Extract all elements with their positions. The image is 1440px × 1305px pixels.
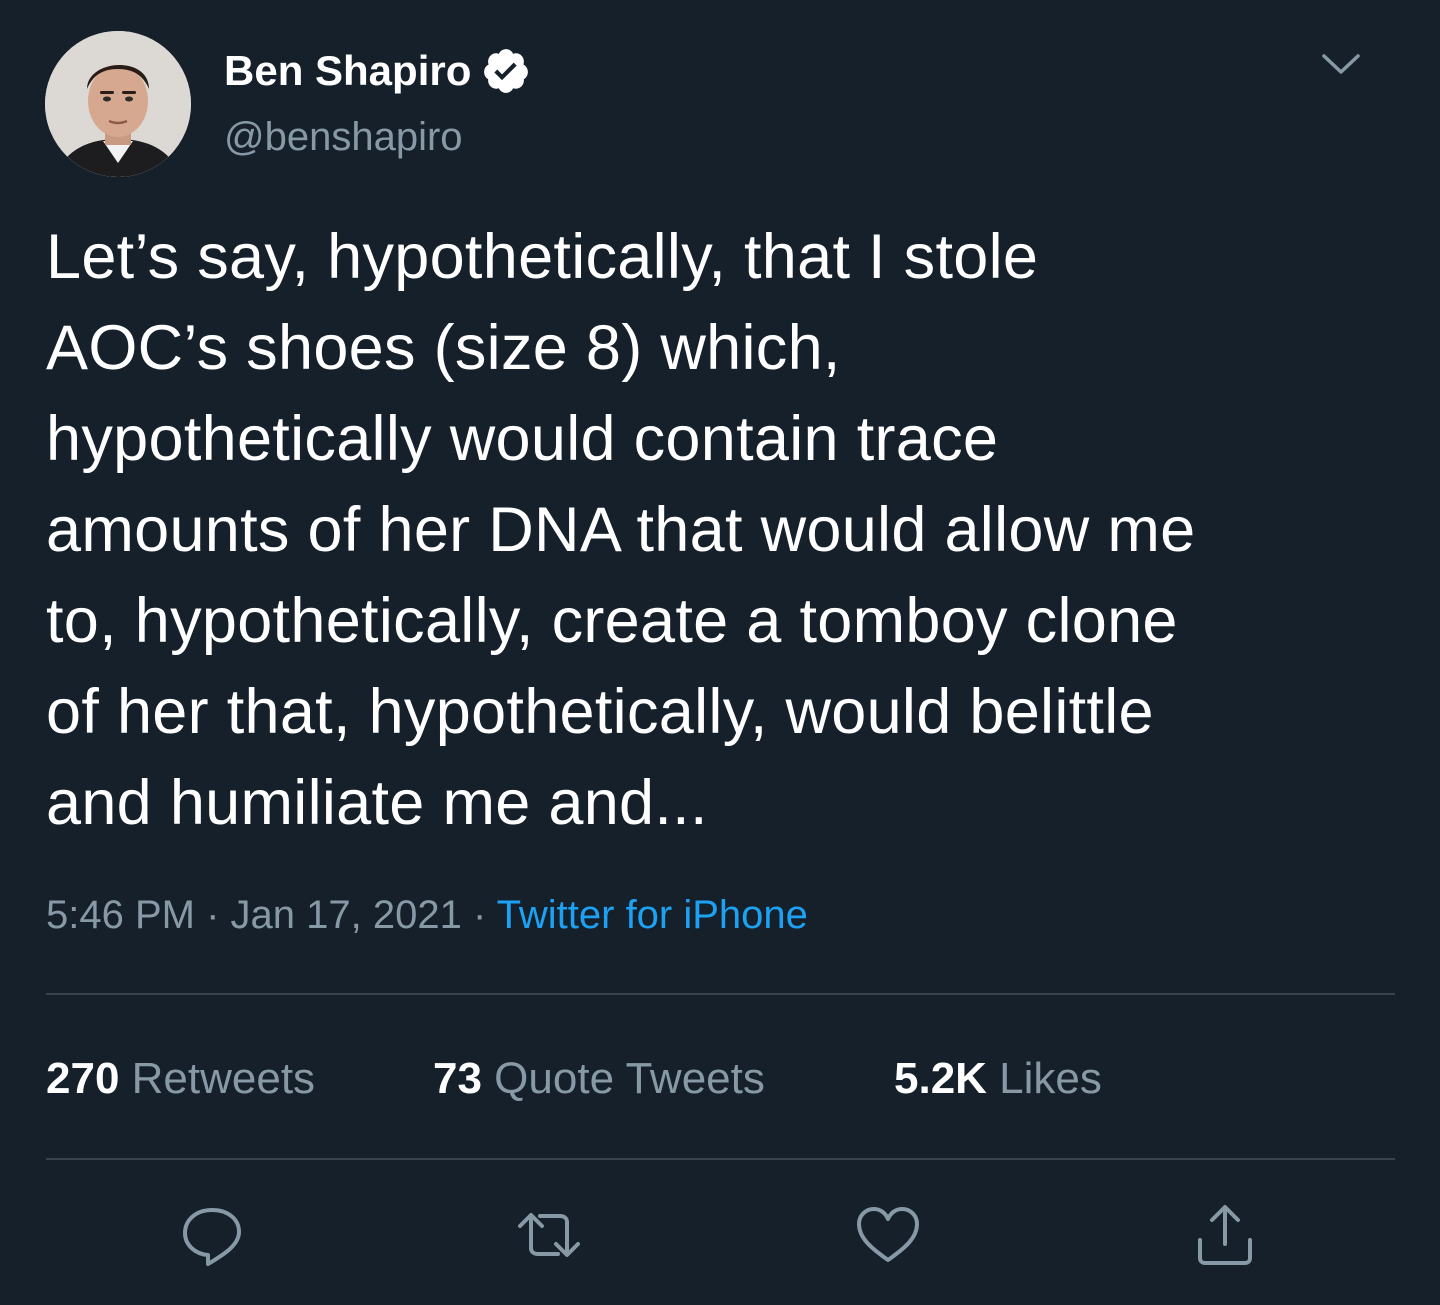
profile-photo-icon xyxy=(45,31,191,177)
divider xyxy=(46,993,1395,995)
retweet-icon[interactable] xyxy=(514,1200,584,1270)
retweets-count: 270 xyxy=(46,1054,120,1103)
tweet-source-link[interactable]: Twitter for iPhone xyxy=(497,893,808,937)
quote-tweets-stat[interactable]: 73 Quote Tweets xyxy=(433,1052,765,1106)
retweets-stat[interactable]: 270 Retweets xyxy=(46,1052,315,1106)
display-name[interactable]: Ben Shapiro xyxy=(224,46,471,96)
display-name-row[interactable]: Ben Shapiro xyxy=(224,46,531,96)
tweet-date[interactable]: Jan 17, 2021 xyxy=(231,893,462,937)
verified-badge-icon xyxy=(481,46,531,96)
meta-separator: · xyxy=(461,893,497,937)
tweet-detail: Ben Shapiro @benshapiro Let’s say, hypot… xyxy=(0,0,1440,1305)
reply-icon[interactable] xyxy=(177,1200,247,1270)
user-handle[interactable]: @benshapiro xyxy=(224,113,463,161)
avatar[interactable] xyxy=(45,31,191,177)
share-icon[interactable] xyxy=(1190,1200,1260,1270)
meta-separator: · xyxy=(194,893,231,937)
tweet-text: Let’s say, hypothetically, that I stole … xyxy=(46,222,1196,838)
divider xyxy=(46,1158,1395,1160)
likes-stat[interactable]: 5.2K Likes xyxy=(894,1052,1102,1106)
tweet-time[interactable]: 5:46 PM xyxy=(46,893,195,937)
likes-count: 5.2K xyxy=(894,1054,987,1103)
likes-label: Likes xyxy=(986,1054,1102,1103)
quote-tweets-count: 73 xyxy=(433,1054,482,1103)
tweet-metadata: 5:46 PM · Jan 17, 2021 · Twitter for iPh… xyxy=(46,890,808,940)
retweets-label: Retweets xyxy=(119,1054,316,1103)
quote-tweets-label: Quote Tweets xyxy=(481,1054,765,1103)
like-icon[interactable] xyxy=(853,1200,923,1270)
chevron-down-icon[interactable] xyxy=(1318,44,1364,84)
